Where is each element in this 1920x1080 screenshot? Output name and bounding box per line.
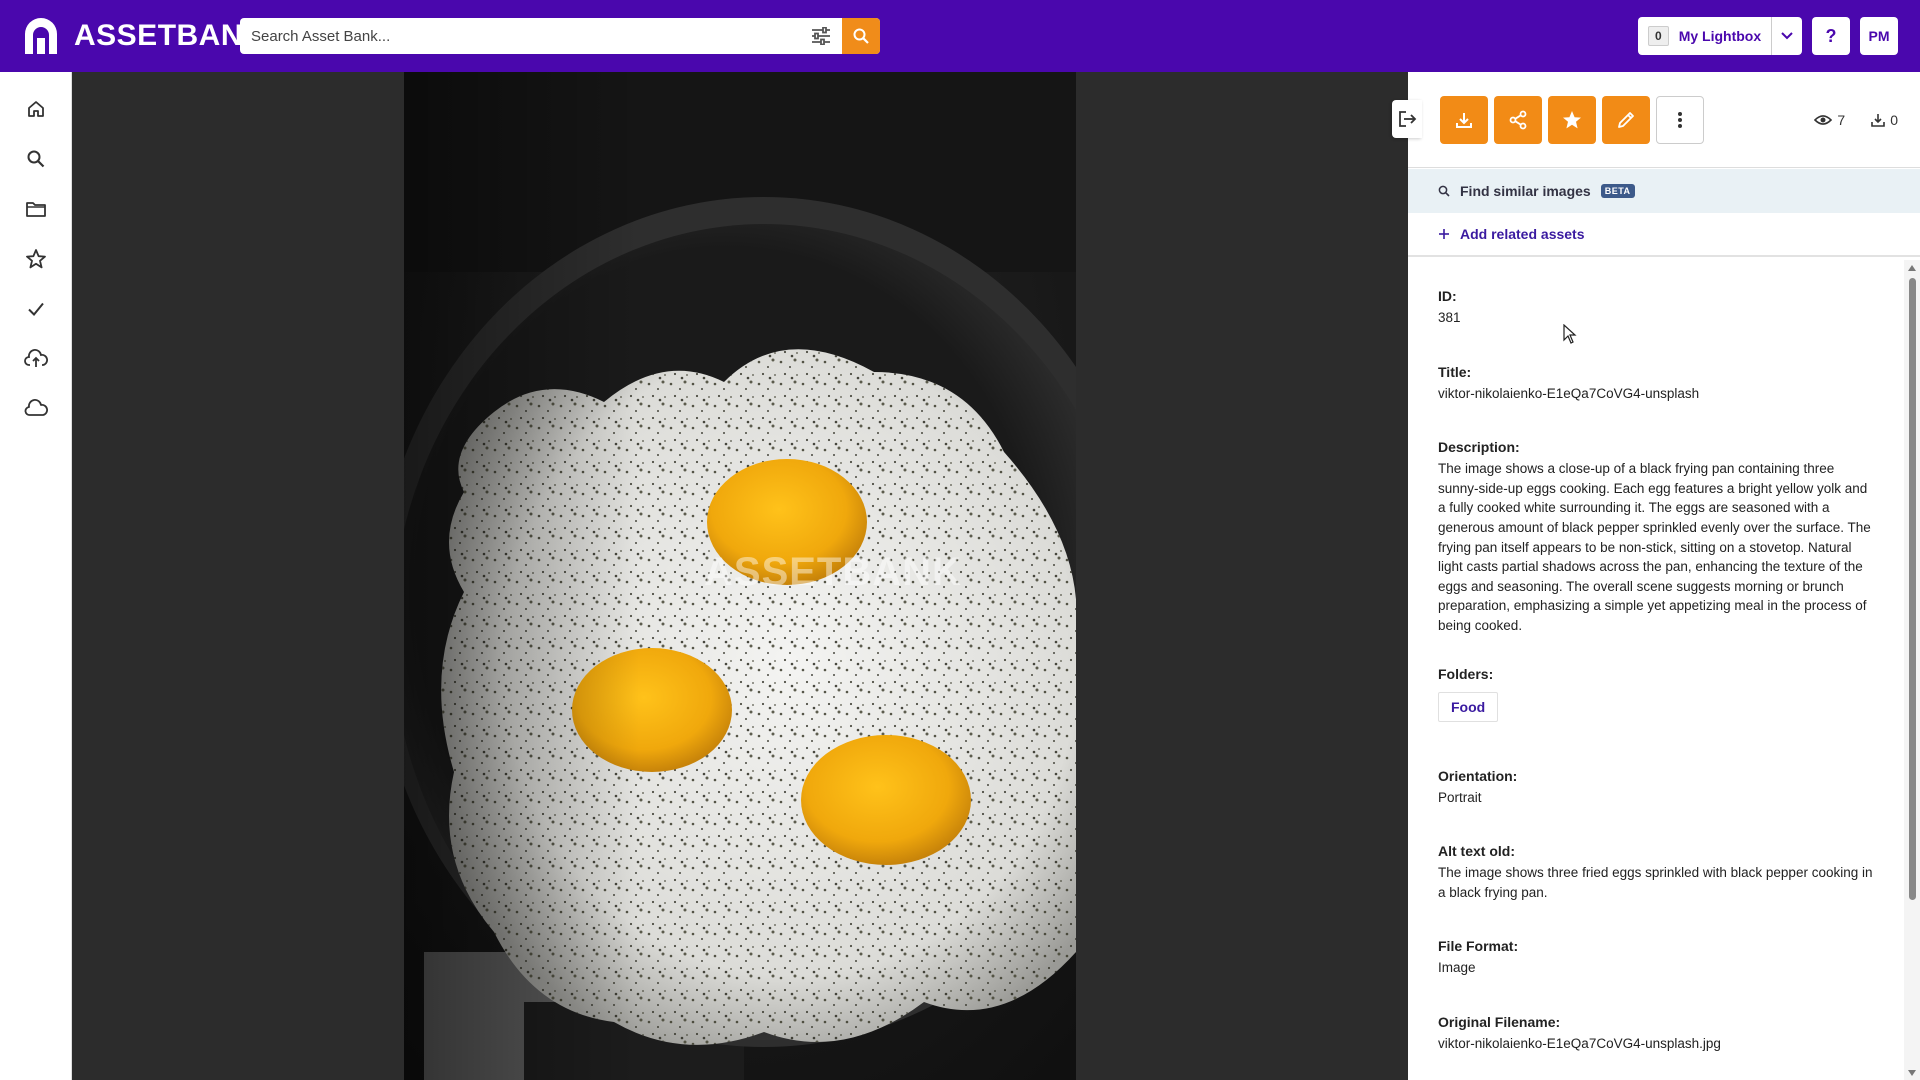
logo[interactable]: ASSETBANK [22,16,265,56]
nav-approvals[interactable] [0,284,72,334]
field-value: 381 [1438,310,1461,325]
favorite-button[interactable] [1548,96,1596,144]
download-button[interactable] [1440,96,1488,144]
field-label: Orientation: [1438,767,1518,784]
logo-text: ASSETBANK [74,19,266,52]
edit-icon [1618,112,1634,128]
field-label: Original Filename: [1438,1013,1561,1030]
field-description: Description: The image shows a close-up … [1438,439,1874,635]
add-related-assets-link[interactable]: Add related assets [1408,213,1920,257]
field-label: File Format: [1438,938,1519,955]
exit-panel-icon [1399,111,1417,127]
field-file-format: File Format: Image [1438,938,1874,978]
field-title: Title: viktor-nikolaienko-E1eQa7CoVG4-un… [1438,364,1874,404]
plus-icon [1439,229,1449,239]
field-value: viktor-nikolaienko-E1eQa7CoVG4-unsplash.… [1438,1035,1721,1051]
downloads-count: 0 [1890,112,1898,128]
nav-home[interactable] [0,84,72,134]
edit-button[interactable] [1602,96,1650,144]
nav-search[interactable] [0,134,72,184]
field-value: The image shows a close-up of a black fr… [1438,461,1871,633]
more-vertical-icon [1678,112,1682,128]
sliders-icon [812,27,830,45]
field-original-filename: Original Filename: viktor-nikolaienko-E1… [1438,1014,1874,1054]
asset-actions-bar: 7 0 [1408,72,1920,168]
find-similar-images-link[interactable]: Find similar images BETA [1408,169,1920,213]
field-orientation: Orientation: Portrait [1438,768,1874,808]
field-folders: Folders: Food [1438,666,1874,722]
find-similar-label: Find similar images [1460,183,1591,199]
help-button[interactable]: ? [1812,17,1850,55]
lightbox-label: My Lightbox [1678,28,1762,44]
more-options-button[interactable] [1656,96,1704,144]
field-value: The image shows three fried eggs sprinkl… [1438,865,1873,900]
folder-tag-food[interactable]: Food [1438,691,1499,722]
field-label: ID: [1438,288,1457,304]
lightbox-dropdown-button[interactable] [1772,17,1802,55]
mouse-cursor-icon [1563,323,1577,349]
scroll-down-arrow-icon[interactable] [1908,1070,1916,1076]
downloads-stat: 0 [1871,112,1898,128]
cloud-upload-icon [24,349,48,367]
nav-upload[interactable] [0,334,72,384]
share-icon [1509,110,1527,130]
logo-mark-icon [22,16,60,56]
scroll-up-arrow-icon[interactable] [1908,265,1916,271]
metadata-fields: ID: 381 Title: viktor-nikolaienko-E1eQa7… [1408,260,1904,1080]
nav-cloud[interactable] [0,384,72,434]
chevron-down-icon [1781,32,1793,40]
filter-button[interactable] [800,18,842,54]
my-lightbox-button[interactable]: 0 My Lightbox [1638,17,1773,55]
watermark: ASSETBANK [704,550,962,594]
search-icon [1438,185,1450,197]
search-bar [240,18,880,54]
folder-icon [26,202,46,217]
views-stat: 7 [1814,112,1845,128]
cloud-icon [24,399,48,416]
lightbox-count-badge: 0 [1648,26,1669,46]
home-icon [28,101,44,117]
field-label: Alt text old: [1438,843,1515,860]
user-avatar[interactable]: PM [1860,17,1898,55]
star-icon [1563,111,1581,129]
field-value: Portrait [1438,789,1482,805]
lightbox-control: 0 My Lightbox [1638,17,1803,55]
download-icon [1871,114,1886,127]
asset-image[interactable]: ASSETBANK [404,72,1076,1080]
search-icon [27,150,45,168]
field-label: Folders: [1438,665,1494,682]
field-label: Description: [1438,439,1520,456]
download-icon [1456,113,1472,128]
nav-favorites[interactable] [0,234,72,284]
collapse-panel-button[interactable] [1392,100,1422,138]
top-bar: ASSETBANK 0 My Lightbox [0,0,1920,72]
field-id: ID: 381 [1438,288,1874,328]
asset-viewer: ASSETBANK [72,72,1408,1080]
views-count: 7 [1837,112,1846,128]
details-scrollbar[interactable] [1904,260,1920,1080]
asset-details-panel: 7 0 Find similar images BETA Add related [1408,72,1920,1080]
search-submit-button[interactable] [842,18,880,54]
scroll-thumb[interactable] [1909,278,1916,900]
field-alt-text: Alt text old: The image shows three frie… [1438,843,1874,902]
search-icon [853,28,869,44]
field-value: viktor-nikolaienko-E1eQa7CoVG4-unsplash [1438,385,1700,401]
asset-stats: 7 0 [1814,112,1898,128]
star-icon [26,249,46,269]
add-related-label: Add related assets [1460,226,1585,242]
field-value: Image [1438,960,1476,976]
beta-badge: BETA [1600,184,1635,198]
eye-icon [1814,115,1833,125]
check-icon [28,302,44,316]
left-nav [0,72,72,1080]
search-input[interactable] [240,18,800,54]
share-button[interactable] [1494,96,1542,144]
nav-folders[interactable] [0,184,72,234]
field-label: Title: [1438,363,1472,380]
